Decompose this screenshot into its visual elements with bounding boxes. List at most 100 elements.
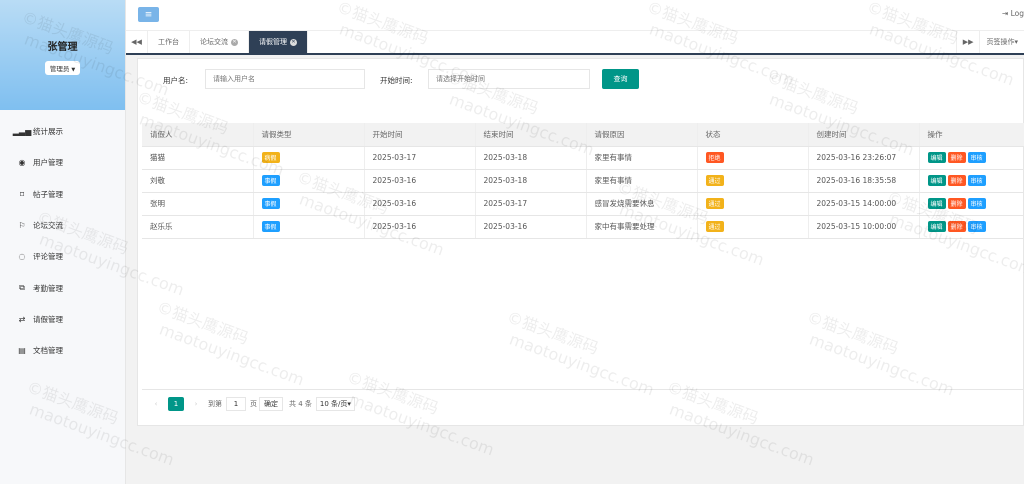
table-row: 张明 事假 2025-03-16 2025-03-17 感冒发烧需要休息 通过 2025-0… bbox=[142, 192, 1024, 216]
page-size-label: 10 条/页 bbox=[319, 400, 348, 408]
edit-button[interactable]: 编辑 bbox=[927, 198, 946, 209]
cell-start: 2025-03-17 bbox=[364, 146, 476, 170]
delete-button[interactable]: 删除 bbox=[947, 198, 966, 209]
logout-label: Log bbox=[1010, 9, 1024, 18]
column-header[interactable]: 请假原因 bbox=[586, 123, 698, 147]
tab-1[interactable]: 论坛交流 ✕ bbox=[190, 31, 249, 53]
sidebar-item-label: 统计展示 bbox=[33, 127, 63, 137]
menu-icon: ⇄ bbox=[18, 314, 26, 324]
start-time-label: 开始时间: bbox=[380, 76, 413, 85]
tabs-bar: ◀◀ 工作台 论坛交流 ✕ 请假管理 ✕ ▶▶ 页签操作 ▾ bbox=[126, 31, 1024, 55]
sidebar: 张管理 管理员 ▼ ▂▃▅ 统计展示 ◉ 用户管理 ⌑ 帖子管理 ⚐ 论坛交流 ◌ 评论管理 ⧉ 考勤管… bbox=[0, 0, 126, 484]
cell-name: 猫猫 bbox=[142, 146, 254, 170]
tab-label: 工作台 bbox=[158, 38, 179, 46]
role-dropdown[interactable]: 管理员 ▼ bbox=[44, 61, 81, 75]
table-row: 猫猫 病假 2025-03-17 2025-03-18 家里有事情 拒绝 2025-03-1… bbox=[142, 146, 1024, 170]
total-count: 共 4 条 bbox=[289, 400, 312, 408]
tab-scroll-right-button[interactable]: ▶▶ bbox=[955, 31, 980, 53]
logout-link[interactable]: ⇥ Log bbox=[1002, 9, 1024, 18]
sidebar-item-3[interactable]: ⚐ 论坛交流 bbox=[0, 210, 125, 241]
cell-status: 通过 bbox=[697, 215, 809, 239]
next-page-button[interactable]: › bbox=[188, 397, 204, 411]
menu-icon: ◌ bbox=[18, 252, 26, 262]
menu-icon: ◉ bbox=[18, 158, 26, 168]
menu-icon: ⧉ bbox=[19, 283, 25, 293]
sidebar-item-6[interactable]: ⇄ 请假管理 bbox=[0, 304, 125, 335]
cell-end: 2025-03-17 bbox=[475, 192, 587, 216]
tab-label: 请假管理 bbox=[259, 38, 287, 46]
goto-page-input[interactable]: 1 bbox=[226, 397, 246, 411]
tab-0[interactable]: 工作台 bbox=[148, 31, 190, 53]
audit-button[interactable]: 审核 bbox=[967, 198, 986, 209]
start-time-input[interactable] bbox=[428, 69, 590, 89]
leave-table: 请假人 请假类型 开始时间 结束时间 请假原因 状态 创建时间 操作 猫猫 病假 2025-03-… bbox=[142, 123, 1024, 239]
cell-actions: 编辑 删除 审核 bbox=[919, 146, 1024, 170]
sidebar-item-5[interactable]: ⧉ 考勤管理 bbox=[0, 272, 125, 303]
close-icon[interactable]: ✕ bbox=[231, 38, 238, 46]
cell-reason: 家里有事情 bbox=[586, 169, 698, 193]
leave-type-badge: 事假 bbox=[261, 221, 280, 232]
cell-created: 2025-03-16 23:26:07 bbox=[808, 146, 920, 170]
top-bar: ≡ ⇥ Log bbox=[126, 0, 1024, 31]
column-header[interactable]: 操作 bbox=[919, 123, 1024, 147]
cell-start: 2025-03-16 bbox=[364, 169, 476, 193]
sidebar-item-4[interactable]: ◌ 评论管理 bbox=[0, 241, 125, 272]
cell-actions: 编辑 删除 审核 bbox=[919, 215, 1024, 239]
delete-button[interactable]: 删除 bbox=[947, 221, 966, 232]
cell-name: 刘敬 bbox=[142, 169, 254, 193]
profile-panel: 张管理 管理员 ▼ bbox=[0, 0, 125, 110]
cell-start: 2025-03-16 bbox=[364, 192, 476, 216]
sidebar-menu: ▂▃▅ 统计展示 ◉ 用户管理 ⌑ 帖子管理 ⚐ 论坛交流 ◌ 评论管理 ⧉ 考勤管理 ⇄ 请假管理 ▤ 文档… bbox=[0, 116, 125, 366]
sidebar-item-label: 考勤管理 bbox=[33, 283, 63, 293]
delete-button[interactable]: 删除 bbox=[947, 152, 966, 163]
tab-2[interactable]: 请假管理 ✕ bbox=[249, 31, 308, 53]
cell-status: 拒绝 bbox=[697, 146, 809, 170]
edit-button[interactable]: 编辑 bbox=[927, 221, 946, 232]
username-label: 用户名: bbox=[163, 76, 189, 85]
double-right-icon: ▶▶ bbox=[962, 38, 974, 46]
cell-end: 2025-03-16 bbox=[475, 215, 587, 239]
cell-type: 病假 bbox=[253, 146, 365, 170]
sidebar-item-2[interactable]: ⌑ 帖子管理 bbox=[0, 179, 125, 210]
edit-button[interactable]: 编辑 bbox=[927, 175, 946, 186]
page-1-button[interactable]: 1 bbox=[168, 397, 184, 411]
cell-end: 2025-03-18 bbox=[475, 146, 587, 170]
column-header[interactable]: 结束时间 bbox=[475, 123, 587, 147]
prev-page-button[interactable]: ‹ bbox=[148, 397, 164, 411]
table-body: 猫猫 病假 2025-03-17 2025-03-18 家里有事情 拒绝 2025-03-1… bbox=[142, 146, 1024, 239]
sidebar-item-7[interactable]: ▤ 文档管理 bbox=[0, 335, 125, 366]
sidebar-item-0[interactable]: ▂▃▅ 统计展示 bbox=[0, 116, 125, 147]
audit-button[interactable]: 审核 bbox=[967, 175, 986, 186]
menu-icon: ⌑ bbox=[19, 189, 25, 199]
sidebar-item-1[interactable]: ◉ 用户管理 bbox=[0, 147, 125, 178]
chevron-down-icon: ▼ bbox=[71, 67, 76, 73]
column-header[interactable]: 请假人 bbox=[142, 123, 254, 147]
pager-divider bbox=[142, 389, 1024, 390]
double-left-icon: ◀◀ bbox=[131, 38, 142, 46]
page-size-select[interactable]: 10 条/页 ▾ bbox=[315, 397, 355, 411]
audit-button[interactable]: 审核 bbox=[967, 152, 986, 163]
column-header[interactable]: 请假类型 bbox=[253, 123, 365, 147]
edit-button[interactable]: 编辑 bbox=[927, 152, 946, 163]
column-header[interactable]: 状态 bbox=[697, 123, 809, 147]
username-input[interactable] bbox=[205, 69, 365, 89]
audit-button[interactable]: 审核 bbox=[967, 221, 986, 232]
column-header[interactable]: 开始时间 bbox=[364, 123, 476, 147]
cell-name: 张明 bbox=[142, 192, 254, 216]
tab-scroll-left-button[interactable]: ◀◀ bbox=[126, 31, 148, 53]
tab-label: 论坛交流 bbox=[200, 38, 228, 46]
menu-icon: ⚐ bbox=[18, 221, 26, 231]
close-icon[interactable]: ✕ bbox=[290, 38, 297, 46]
leave-type-badge: 事假 bbox=[261, 198, 280, 209]
user-name: 张管理 bbox=[47, 42, 78, 53]
sidebar-item-label: 用户管理 bbox=[33, 158, 63, 168]
goto-confirm-button[interactable]: 确定 bbox=[259, 397, 283, 411]
sidebar-item-label: 评论管理 bbox=[33, 252, 63, 262]
menu-toggle-button[interactable]: ≡ bbox=[138, 7, 159, 22]
query-button[interactable]: 查询 bbox=[602, 69, 639, 89]
column-header[interactable]: 创建时间 bbox=[808, 123, 920, 147]
cell-actions: 编辑 删除 审核 bbox=[919, 192, 1024, 216]
page-ops-dropdown[interactable]: 页签操作 ▾ bbox=[979, 31, 1024, 53]
delete-button[interactable]: 删除 bbox=[947, 175, 966, 186]
cell-start: 2025-03-16 bbox=[364, 215, 476, 239]
